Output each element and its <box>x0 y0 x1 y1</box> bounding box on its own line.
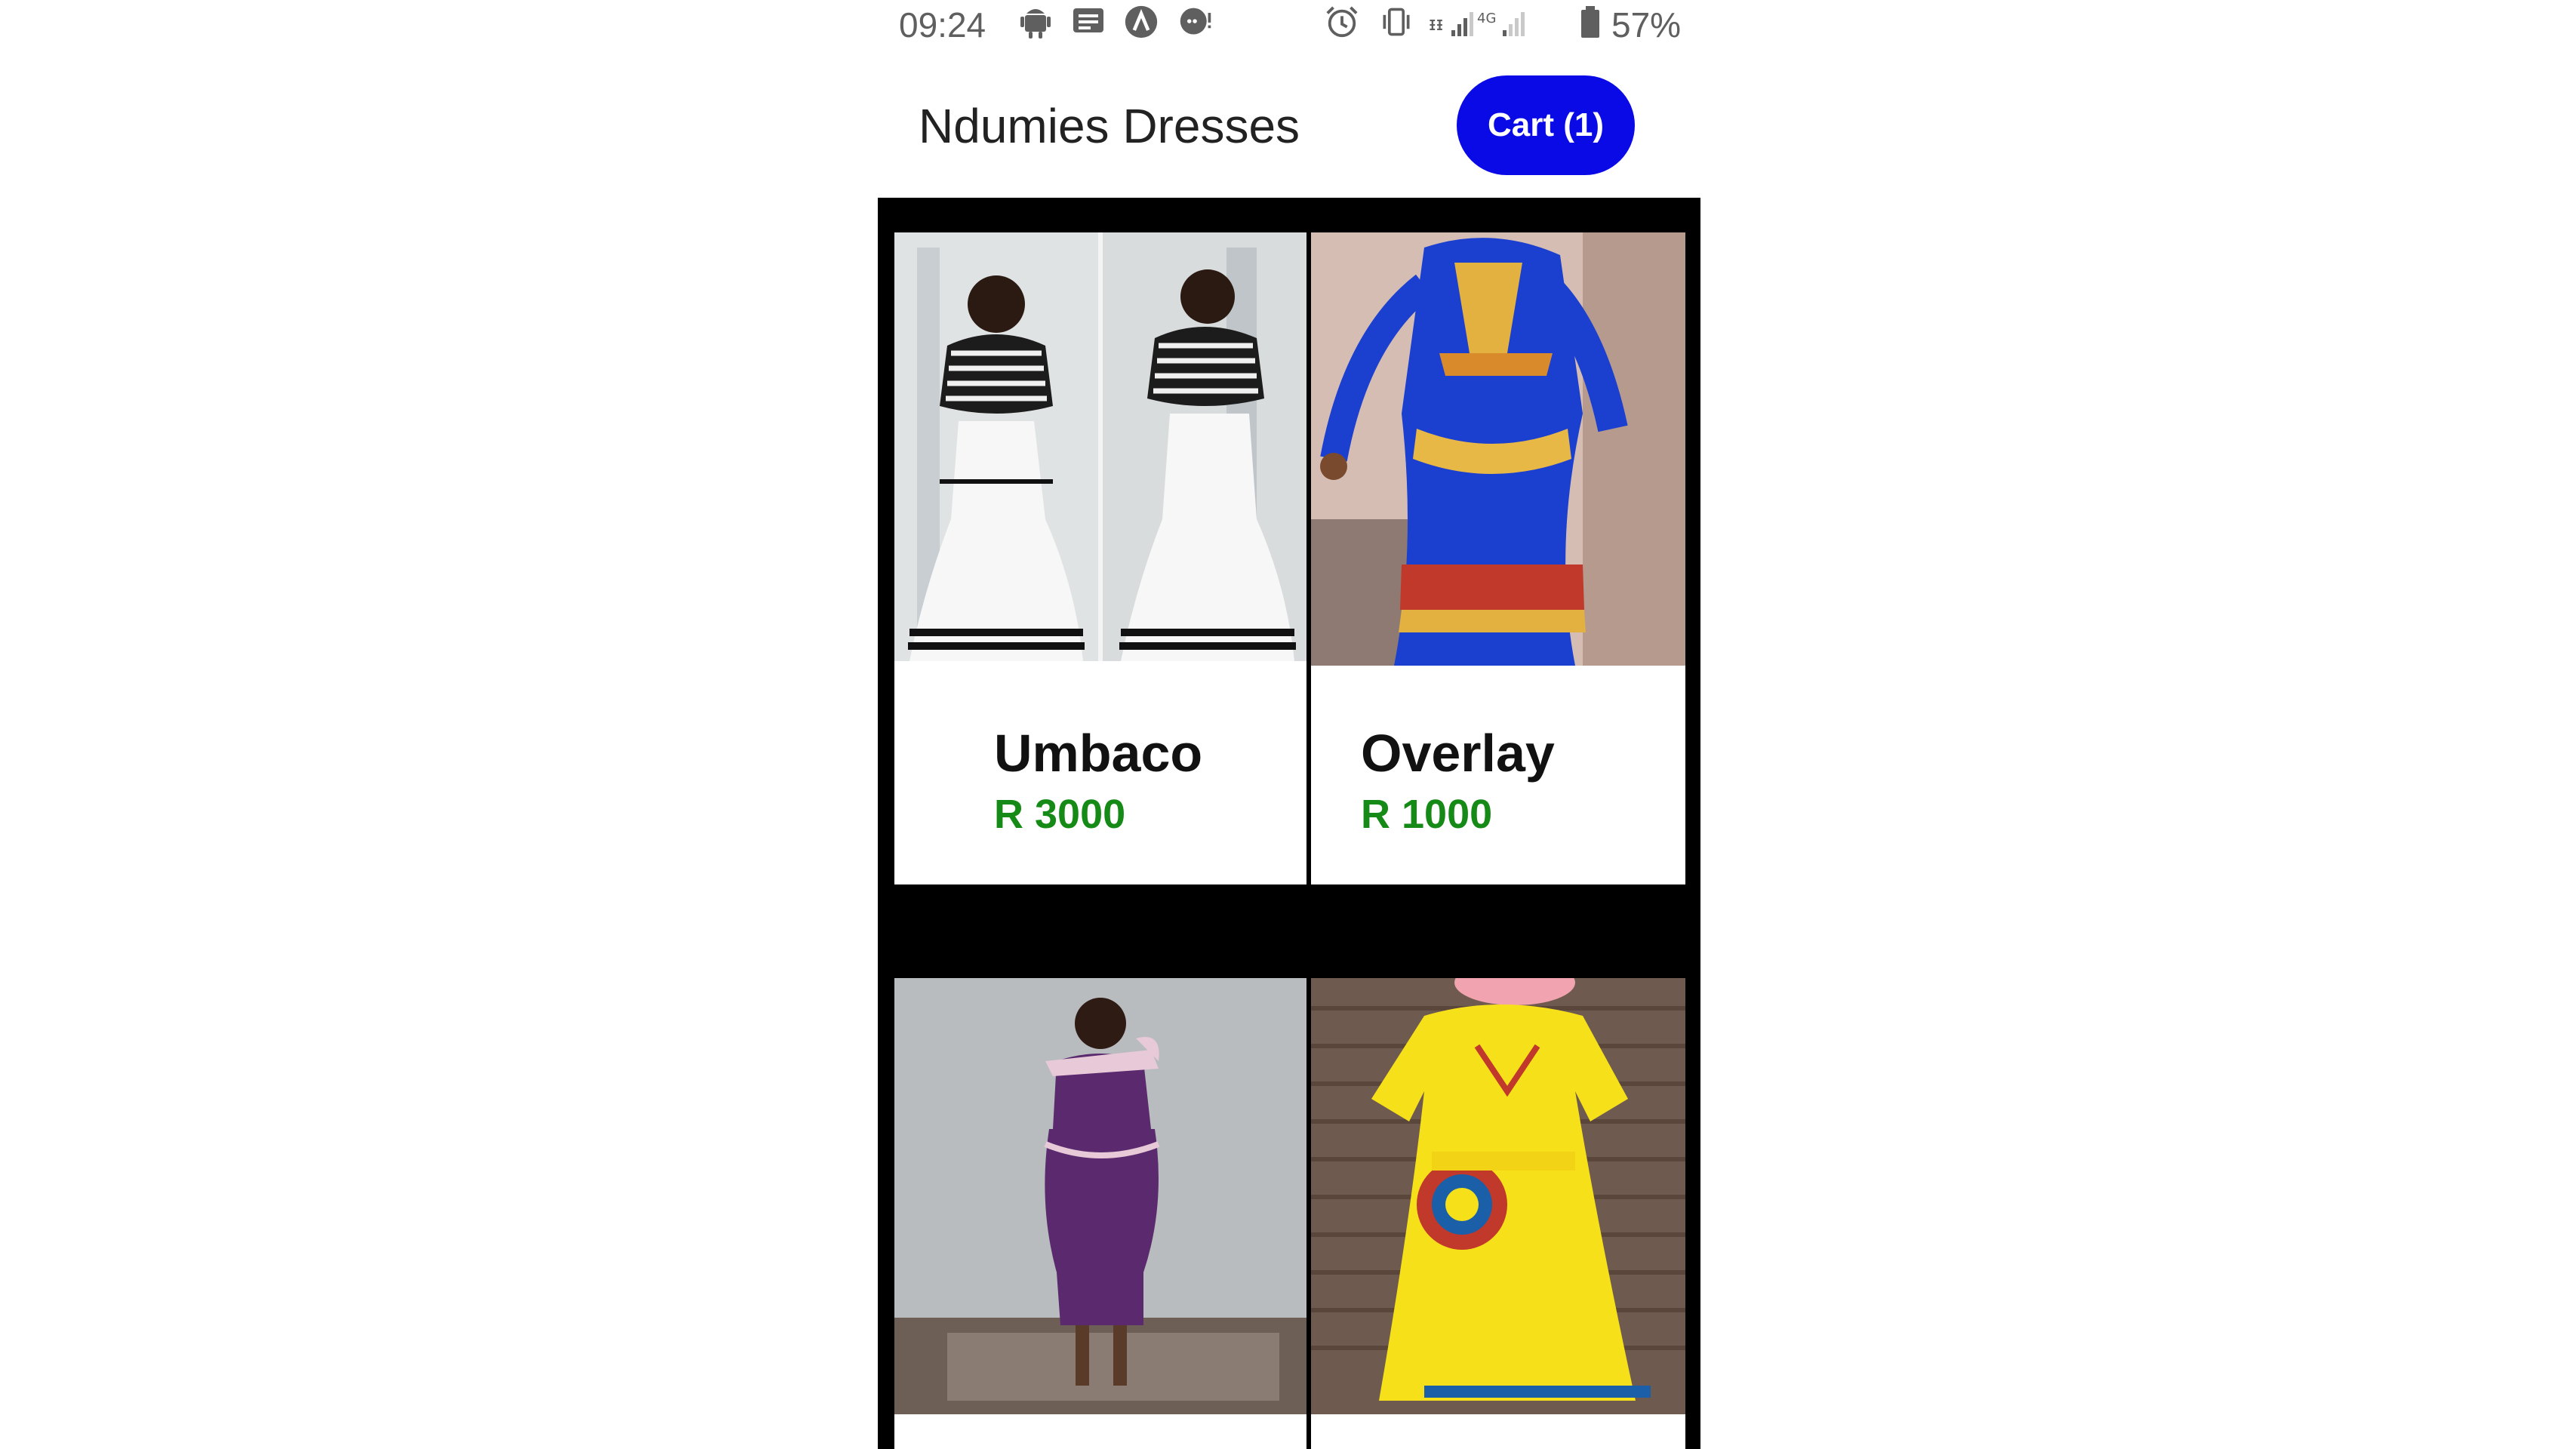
product-image[interactable] <box>1311 232 1685 666</box>
product-name: Umbaco <box>994 724 1203 783</box>
vibrate-icon <box>1379 5 1414 39</box>
product-card-umbaco[interactable]: Umbaco R 3000 <box>894 232 1306 884</box>
battery-icon <box>1577 5 1604 39</box>
signal-icon: ᵻᵻ 4G <box>1429 5 1534 39</box>
battery-percentage: 57% <box>1611 5 1682 45</box>
product-card-overlay[interactable]: Overlay R 1000 <box>1311 232 1685 884</box>
product-price: R 1000 <box>1361 792 1493 837</box>
product-card[interactable] <box>894 978 1306 1449</box>
product-image[interactable] <box>1311 978 1685 1414</box>
product-card[interactable] <box>1311 978 1685 1449</box>
phone-screen: 09:24 ᵻᵻ 4G 57% Ndumies Dresses Cart (1) <box>878 0 1700 1449</box>
cart-button[interactable]: Cart (1) <box>1457 75 1635 175</box>
chat-icon <box>1178 5 1213 39</box>
product-name: Overlay <box>1361 724 1555 783</box>
app-header: Ndumies Dresses Cart (1) <box>878 54 1700 198</box>
product-price: R 3000 <box>994 792 1126 837</box>
product-image[interactable] <box>894 232 1306 661</box>
status-time: 09:24 <box>899 5 986 45</box>
page-title: Ndumies Dresses <box>919 99 1300 153</box>
message-icon <box>1071 5 1106 39</box>
app-icon <box>1124 5 1159 39</box>
network-type: 4G <box>1477 11 1496 26</box>
svg-text:ᵻᵻ: ᵻᵻ <box>1429 13 1443 35</box>
status-bar: 09:24 ᵻᵻ 4G 57% <box>878 0 1700 48</box>
alarm-icon <box>1325 5 1359 39</box>
android-icon <box>1018 5 1053 39</box>
product-image[interactable] <box>894 978 1306 1414</box>
product-grid: Umbaco R 3000 Overlay R 1000 <box>878 198 1700 1449</box>
